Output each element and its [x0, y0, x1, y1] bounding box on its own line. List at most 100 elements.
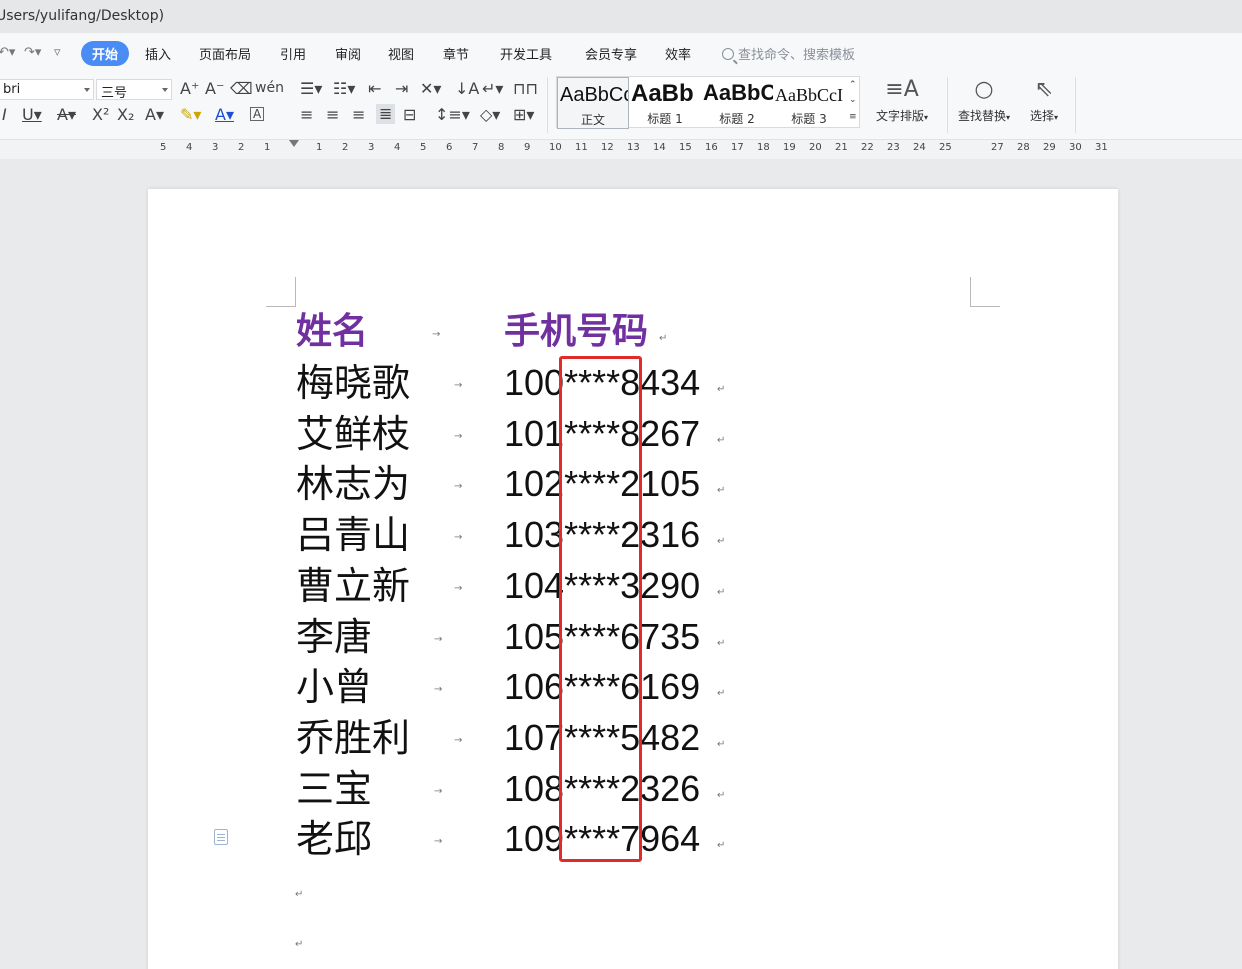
char-border-icon[interactable]: A [250, 107, 265, 121]
style-heading-3[interactable]: AaBbCcI 标题 3 [773, 77, 845, 129]
paragraph-mark: ↵ [717, 485, 726, 497]
distributed-icon[interactable]: ⊟ [403, 107, 416, 123]
chinese-layout-icon[interactable]: ✕▾ [420, 81, 441, 97]
style-normal[interactable]: AaBbCcDd 正文 [557, 77, 629, 129]
tab-insert[interactable]: 插入 [145, 44, 171, 63]
tab-page-layout[interactable]: 页面布局 [199, 44, 251, 63]
quick-access-dropdown-icon[interactable]: ▿ [54, 45, 61, 60]
tab-home[interactable]: 开始 [81, 41, 130, 66]
tab-mark: → [454, 430, 463, 442]
person-name: 乔胜利 [296, 715, 411, 760]
toolbar-ribbon: bri 三号 A⁺ A⁻ ⌫ wén I U▾ A▾ X² X₂ A▾ ✎▾ A… [0, 73, 1242, 140]
decrease-indent-icon[interactable]: ⇤ [368, 81, 381, 97]
justify-icon[interactable]: ≣ [376, 104, 396, 124]
indent-marker[interactable] [289, 140, 299, 159]
numbered-list-icon[interactable]: ☷▾ [333, 81, 355, 97]
text-effect-icon[interactable]: A▾ [145, 107, 164, 123]
font-name-value: bri [3, 82, 21, 97]
undo-icon[interactable]: ↶▾ [0, 45, 15, 60]
align-right-icon[interactable]: ≡ [352, 107, 365, 123]
tab-mark: → [434, 836, 443, 848]
ruler-number: 7 [472, 142, 479, 153]
ruler-number: 21 [835, 142, 848, 153]
document-icon[interactable] [214, 829, 228, 845]
find-replace-button[interactable]: ○ 查找替换▾ [958, 77, 1010, 124]
superscript-icon[interactable]: X² [92, 107, 109, 123]
italic-icon[interactable]: I [2, 107, 7, 123]
search-placeholder: 查找命令、搜索模板 [738, 48, 856, 63]
ruler-number: 3 [212, 142, 219, 153]
tab-developer[interactable]: 开发工具 [500, 44, 552, 63]
ruler-number: 12 [601, 142, 614, 153]
line-spacing-icon[interactable]: ↕≡▾ [435, 107, 470, 123]
strikethrough-icon[interactable]: A▾ [57, 107, 76, 123]
ruler-number: 15 [679, 142, 692, 153]
bullet-list-icon[interactable]: ☰▾ [300, 81, 322, 97]
text-layout-button[interactable]: ≡A 文字排版▾ [876, 77, 928, 124]
horizontal-ruler[interactable]: 5 4 3 2 1 1 2 3 4 5 6 7 8 9 10 11 12 13 14 15 16 17 18 19 20 21 22… [0, 140, 1242, 159]
paragraph-mark: ↵ [659, 333, 668, 344]
align-center-icon[interactable]: ≡ [326, 107, 339, 123]
paragraph-mark: ↵ [717, 384, 726, 395]
redo-icon[interactable]: ↷▾ [24, 45, 41, 60]
style-scroll-up-icon[interactable]: ⌃ [849, 81, 857, 90]
phonetic-guide-icon[interactable]: wén [255, 81, 284, 95]
tab-chapter[interactable]: 章节 [443, 44, 469, 63]
command-search[interactable]: 查找命令、搜索模板 [722, 44, 855, 63]
increase-indent-icon[interactable]: ⇥ [395, 81, 408, 97]
tab-efficiency[interactable]: 效率 [665, 44, 691, 63]
font-name-select[interactable]: bri [0, 79, 94, 100]
font-color-icon[interactable]: A▾ [215, 107, 234, 123]
paragraph-mark: ↵ [717, 688, 726, 700]
tab-ruler-icon[interactable]: ⊓⊓ [513, 81, 538, 97]
shrink-font-icon[interactable]: A⁻ [205, 81, 224, 97]
font-size-select[interactable]: 三号 [96, 79, 172, 101]
style-sample: AaBbCcI [775, 85, 843, 105]
font-size-value: 三号 [101, 86, 128, 101]
borders-icon[interactable]: ⊞▾ [513, 107, 534, 123]
ruler-number: 1 [316, 142, 323, 153]
clear-format-icon[interactable]: ⌫ [230, 81, 253, 97]
ruler-number: 3 [368, 142, 375, 153]
ruler-number: 17 [731, 142, 744, 153]
paragraph-mark: ↵ [717, 637, 726, 649]
underline-icon[interactable]: U▾ [22, 107, 42, 123]
ruler-number: 1 [264, 142, 271, 153]
sort-icon[interactable]: ↓A [455, 81, 479, 97]
tab-mark: → [454, 734, 463, 746]
select-button[interactable]: ⇖ 选择▾ [1030, 77, 1058, 124]
grow-font-icon[interactable]: A⁺ [180, 81, 199, 97]
ruler-number: 29 [1043, 142, 1056, 153]
paragraph-mark: ↵ [717, 586, 726, 598]
style-sample: AaBbCcDd [560, 84, 628, 106]
highlight-icon[interactable]: ✎▾ [180, 107, 201, 123]
chevron-down-icon [162, 88, 168, 92]
ruler-number: 5 [160, 142, 167, 153]
tab-mark: → [454, 582, 463, 594]
style-heading-1[interactable]: AaBb 标题 1 [629, 77, 701, 129]
shading-icon[interactable]: ◇▾ [480, 107, 500, 123]
tab-references[interactable]: 引用 [280, 44, 306, 63]
ruler-number: 10 [549, 142, 562, 153]
tab-mark: → [434, 633, 443, 645]
document-page[interactable]: 姓名 → 手机号码 ↵ 梅晓歌 → 100****8434 ↵ 艾鲜枝 → 101****8… [148, 189, 1118, 969]
ruler-number: 13 [627, 142, 640, 153]
style-scroll-down-icon[interactable]: ⌄ [849, 96, 857, 105]
style-more-icon[interactable]: ≡ [849, 113, 857, 122]
ruler-number: 5 [420, 142, 427, 153]
show-marks-icon[interactable]: ↵▾ [482, 81, 503, 97]
tab-mark: → [432, 329, 441, 340]
tab-review[interactable]: 审阅 [335, 44, 361, 63]
header-row: 姓名 → 手机号码 ↵ [296, 307, 896, 358]
person-name: 小曾 [296, 665, 373, 710]
subscript-icon[interactable]: X₂ [117, 107, 134, 123]
align-left-icon[interactable]: ≡ [300, 107, 313, 123]
ruler-number: 19 [783, 142, 796, 153]
tab-view[interactable]: 视图 [388, 44, 414, 63]
style-gallery: AaBbCcDd 正文 AaBb 标题 1 AaBbC 标题 2 AaBbCcI… [556, 76, 860, 129]
tab-member[interactable]: 会员专享 [585, 44, 637, 63]
ruler-number: 24 [913, 142, 926, 153]
paragraph-mark: ↵ [717, 840, 726, 852]
ruler-number: 14 [653, 142, 666, 153]
style-heading-2[interactable]: AaBbC 标题 2 [701, 77, 773, 129]
